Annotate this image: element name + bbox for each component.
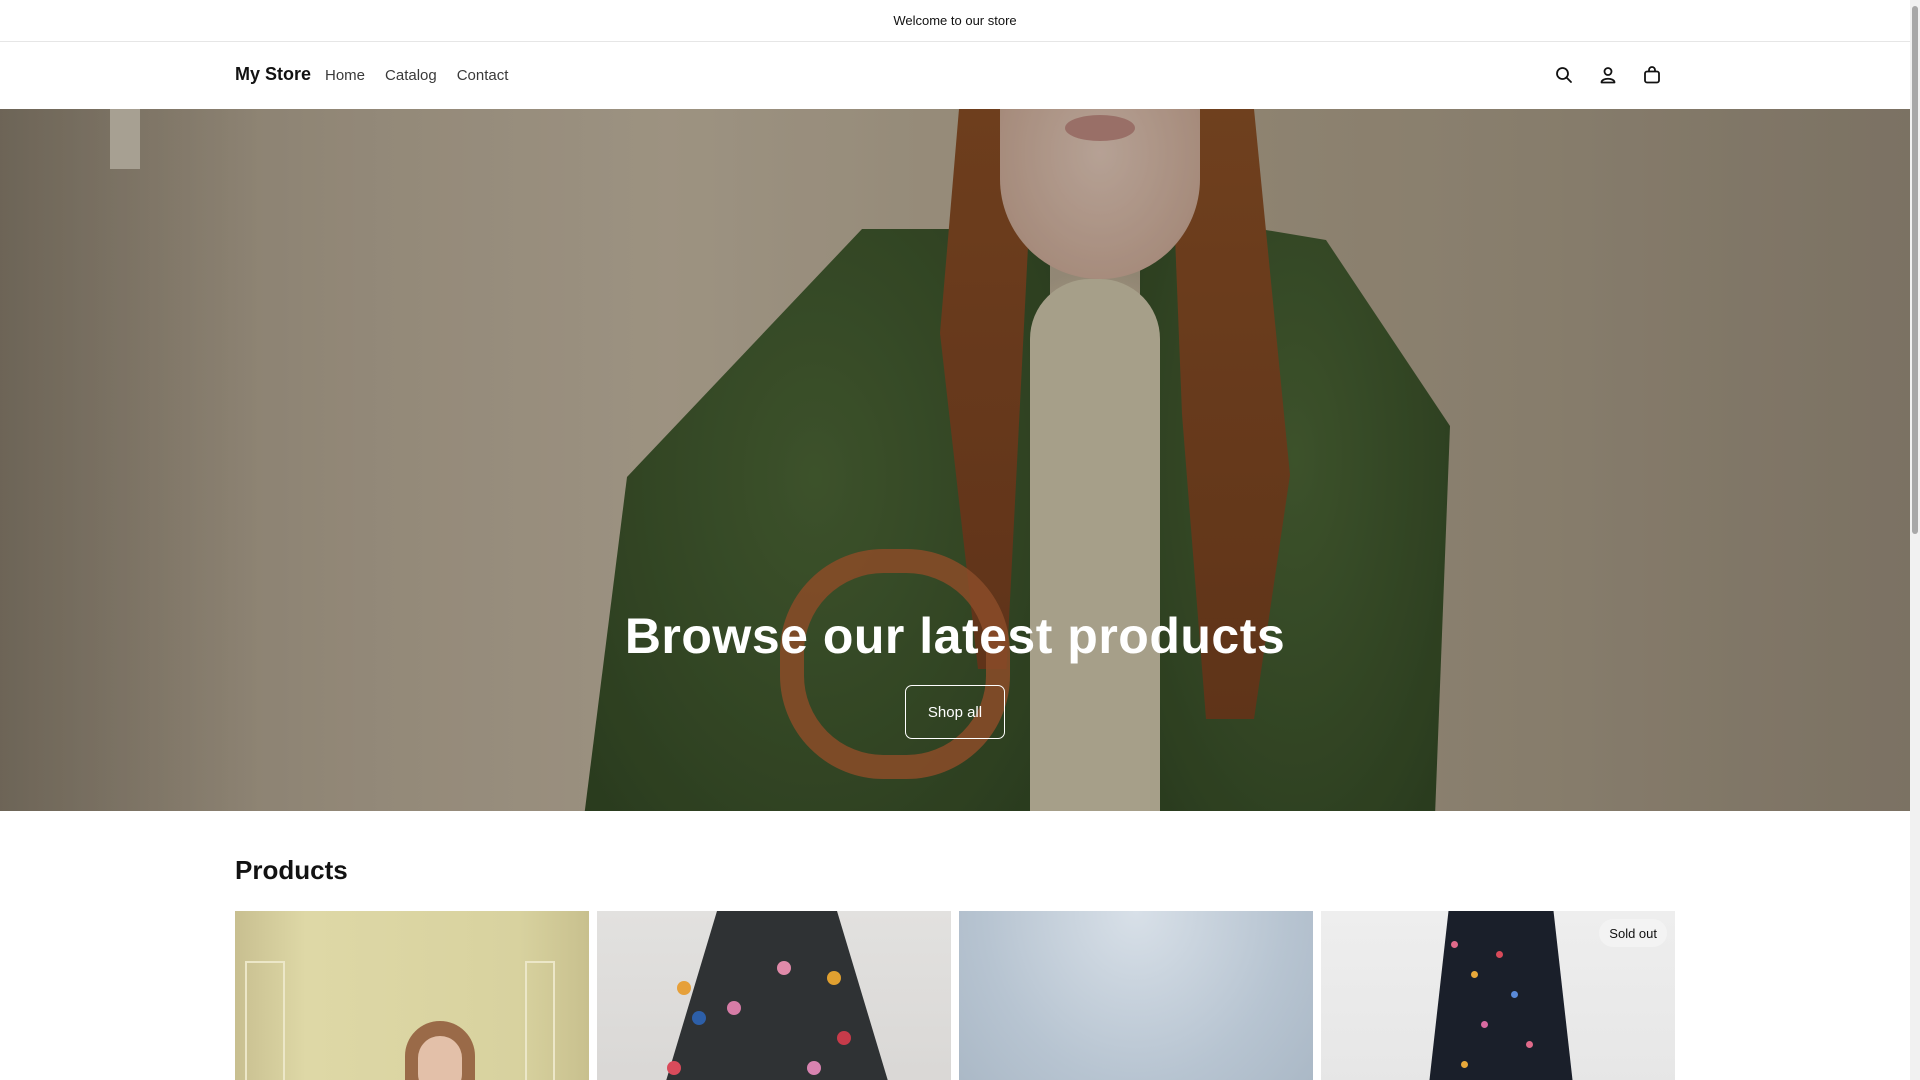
hero-banner: Browse our latest products Shop all bbox=[0, 109, 1910, 811]
nav-home[interactable]: Home bbox=[325, 67, 365, 84]
product-image[interactable] bbox=[235, 911, 589, 1080]
announcement-bar: Welcome to our store bbox=[0, 0, 1910, 42]
sold-out-badge: Sold out bbox=[1599, 919, 1667, 947]
nav-catalog[interactable]: Catalog bbox=[385, 67, 437, 84]
search-icon[interactable] bbox=[1550, 61, 1578, 89]
nav-contact[interactable]: Contact bbox=[457, 67, 509, 84]
product-card[interactable] bbox=[597, 911, 951, 1080]
shop-all-button[interactable]: Shop all bbox=[905, 685, 1005, 739]
account-icon[interactable] bbox=[1594, 61, 1622, 89]
page: Welcome to our store My Store Home Catal… bbox=[0, 0, 1910, 1080]
store-logo[interactable]: My Store bbox=[235, 64, 311, 85]
products-heading: Products bbox=[235, 855, 348, 885]
product-card[interactable] bbox=[959, 911, 1313, 1080]
hero-headline: Browse our latest products bbox=[624, 608, 1286, 664]
product-image[interactable] bbox=[959, 911, 1313, 1080]
announcement-text: Welcome to our store bbox=[893, 13, 1017, 28]
product-card[interactable]: Sold out bbox=[1321, 911, 1675, 1080]
site-header: My Store Home Catalog Contact bbox=[0, 42, 1910, 108]
product-image[interactable] bbox=[597, 911, 951, 1080]
page-scrollbar[interactable] bbox=[1910, 0, 1920, 1080]
scrollbar-thumb[interactable] bbox=[1912, 6, 1918, 534]
main-nav: Home Catalog Contact bbox=[325, 67, 508, 84]
header-icons bbox=[1550, 61, 1666, 89]
product-card[interactable] bbox=[235, 911, 589, 1080]
cart-icon[interactable] bbox=[1638, 61, 1666, 89]
